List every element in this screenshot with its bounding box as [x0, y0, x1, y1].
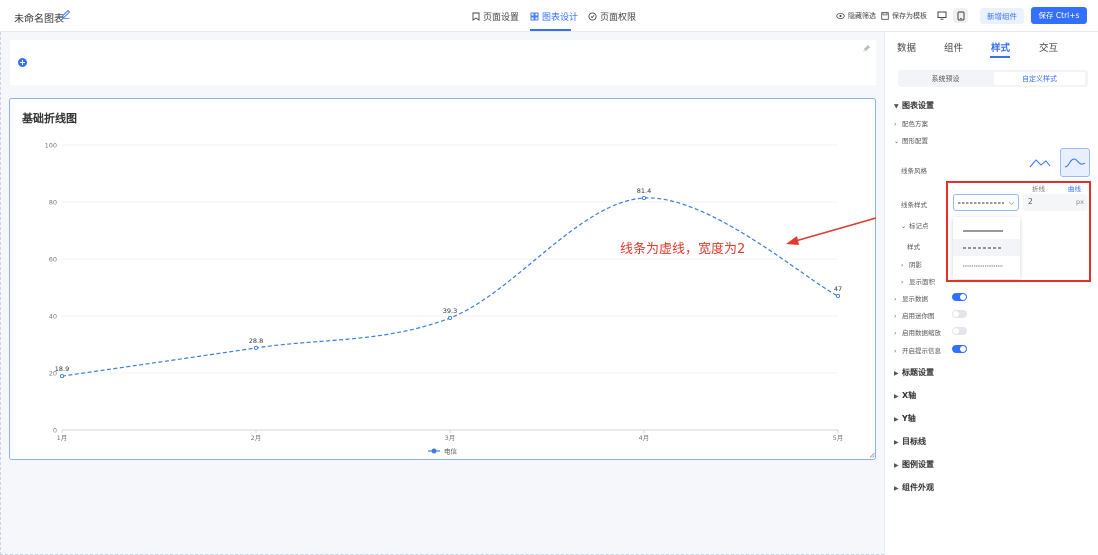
- section-chart-settings[interactable]: ▼ 图表设置: [894, 100, 934, 111]
- panel-tab-data[interactable]: 数据: [897, 40, 916, 54]
- marker-row[interactable]: ⌄ 标记点: [901, 220, 929, 230]
- chevron-right-icon: ›: [894, 348, 897, 355]
- tooltip-toggle[interactable]: [952, 345, 967, 353]
- chevron-right-icon: ›: [894, 330, 897, 337]
- toggle-row-data-zoom: › 启用数据缩放: [894, 327, 941, 337]
- toggle-label-show-data: 显示数据: [902, 295, 928, 303]
- section-y-axis-label: Y轴: [902, 414, 916, 423]
- section-chart-settings-label: 图表设置: [902, 101, 934, 110]
- panel-tab-interaction[interactable]: 交互: [1039, 40, 1058, 54]
- caret-right-icon: ▶: [894, 370, 899, 377]
- chevron-right-icon: ›: [894, 296, 897, 303]
- curve-icon: [1064, 157, 1086, 167]
- shape-config-row[interactable]: ⌄ 图形配置: [894, 135, 928, 145]
- chevron-right-icon: ›: [901, 262, 904, 269]
- toggle-row-tooltip: › 开启提示信息: [894, 345, 941, 355]
- toggle-row-mini-chart: › 启用迷你图: [894, 310, 935, 320]
- section-legend-settings[interactable]: ▶ 图例设置: [894, 459, 934, 470]
- mini-chart-toggle[interactable]: [952, 310, 967, 318]
- caret-right-icon: ▶: [894, 462, 899, 469]
- caret-down-icon: ▼: [894, 103, 899, 110]
- panel-tab-underline: [990, 56, 1010, 58]
- section-legend-settings-label: 图例设置: [902, 460, 934, 469]
- color-scheme-row[interactable]: › 配色方案: [894, 118, 928, 128]
- chevron-right-icon: ›: [901, 279, 904, 286]
- segment-system-preset[interactable]: 系统预设: [900, 72, 991, 85]
- highlight-box: [946, 181, 1091, 282]
- caret-right-icon: ▶: [894, 439, 899, 446]
- data-zoom-toggle[interactable]: [952, 327, 967, 335]
- toggle-row-show-data: › 显示数据: [894, 293, 928, 303]
- polyline-icon: [1029, 158, 1051, 167]
- section-x-axis[interactable]: ▶ X轴: [894, 390, 916, 401]
- line-type-label: 线条样式: [901, 201, 927, 209]
- chevron-right-icon: ›: [894, 313, 897, 320]
- marker-style-label: 样式: [907, 243, 920, 251]
- line-style-curve-option[interactable]: [1060, 148, 1090, 177]
- shadow-label: 阴影: [909, 261, 922, 269]
- line-style-polyline-option[interactable]: [1025, 148, 1055, 177]
- section-x-axis-label: X轴: [902, 391, 917, 400]
- section-title-settings[interactable]: ▶ 标题设置: [894, 367, 934, 378]
- panel-tab-style[interactable]: 样式: [991, 40, 1010, 54]
- segment-custom-style[interactable]: 自定义样式: [994, 72, 1085, 85]
- section-target-line-label: 目标线: [902, 437, 926, 446]
- marker-label: 标记点: [909, 222, 929, 230]
- toggle-label-tooltip: 开启提示信息: [902, 347, 941, 355]
- line-style-label: 线条风格: [901, 167, 927, 175]
- section-component-appearance[interactable]: ▶ 组件外观: [894, 482, 934, 493]
- chevron-right-icon: ›: [894, 121, 897, 128]
- caret-right-icon: ▶: [894, 485, 899, 492]
- section-component-appearance-label: 组件外观: [902, 483, 934, 492]
- panel-tab-component[interactable]: 组件: [944, 40, 963, 54]
- section-target-line[interactable]: ▶ 目标线: [894, 436, 926, 447]
- section-y-axis[interactable]: ▶ Y轴: [894, 413, 916, 424]
- chevron-down-icon: ⌄: [894, 138, 900, 145]
- shape-config-label: 图形配置: [902, 137, 928, 145]
- section-title-settings-label: 标题设置: [902, 368, 934, 377]
- caret-right-icon: ▶: [894, 393, 899, 400]
- shadow-row[interactable]: › 阴影: [901, 259, 922, 269]
- toggle-label-mini-chart: 启用迷你图: [902, 312, 935, 320]
- toggle-label-data-zoom: 启用数据缩放: [902, 329, 941, 337]
- show-area-row[interactable]: › 显示面积: [901, 276, 935, 286]
- color-scheme-label: 配色方案: [902, 120, 928, 128]
- show-data-toggle[interactable]: [952, 293, 967, 301]
- caret-right-icon: ▶: [894, 416, 899, 423]
- chevron-down-icon: ⌄: [901, 223, 907, 230]
- show-area-label: 显示面积: [909, 278, 935, 286]
